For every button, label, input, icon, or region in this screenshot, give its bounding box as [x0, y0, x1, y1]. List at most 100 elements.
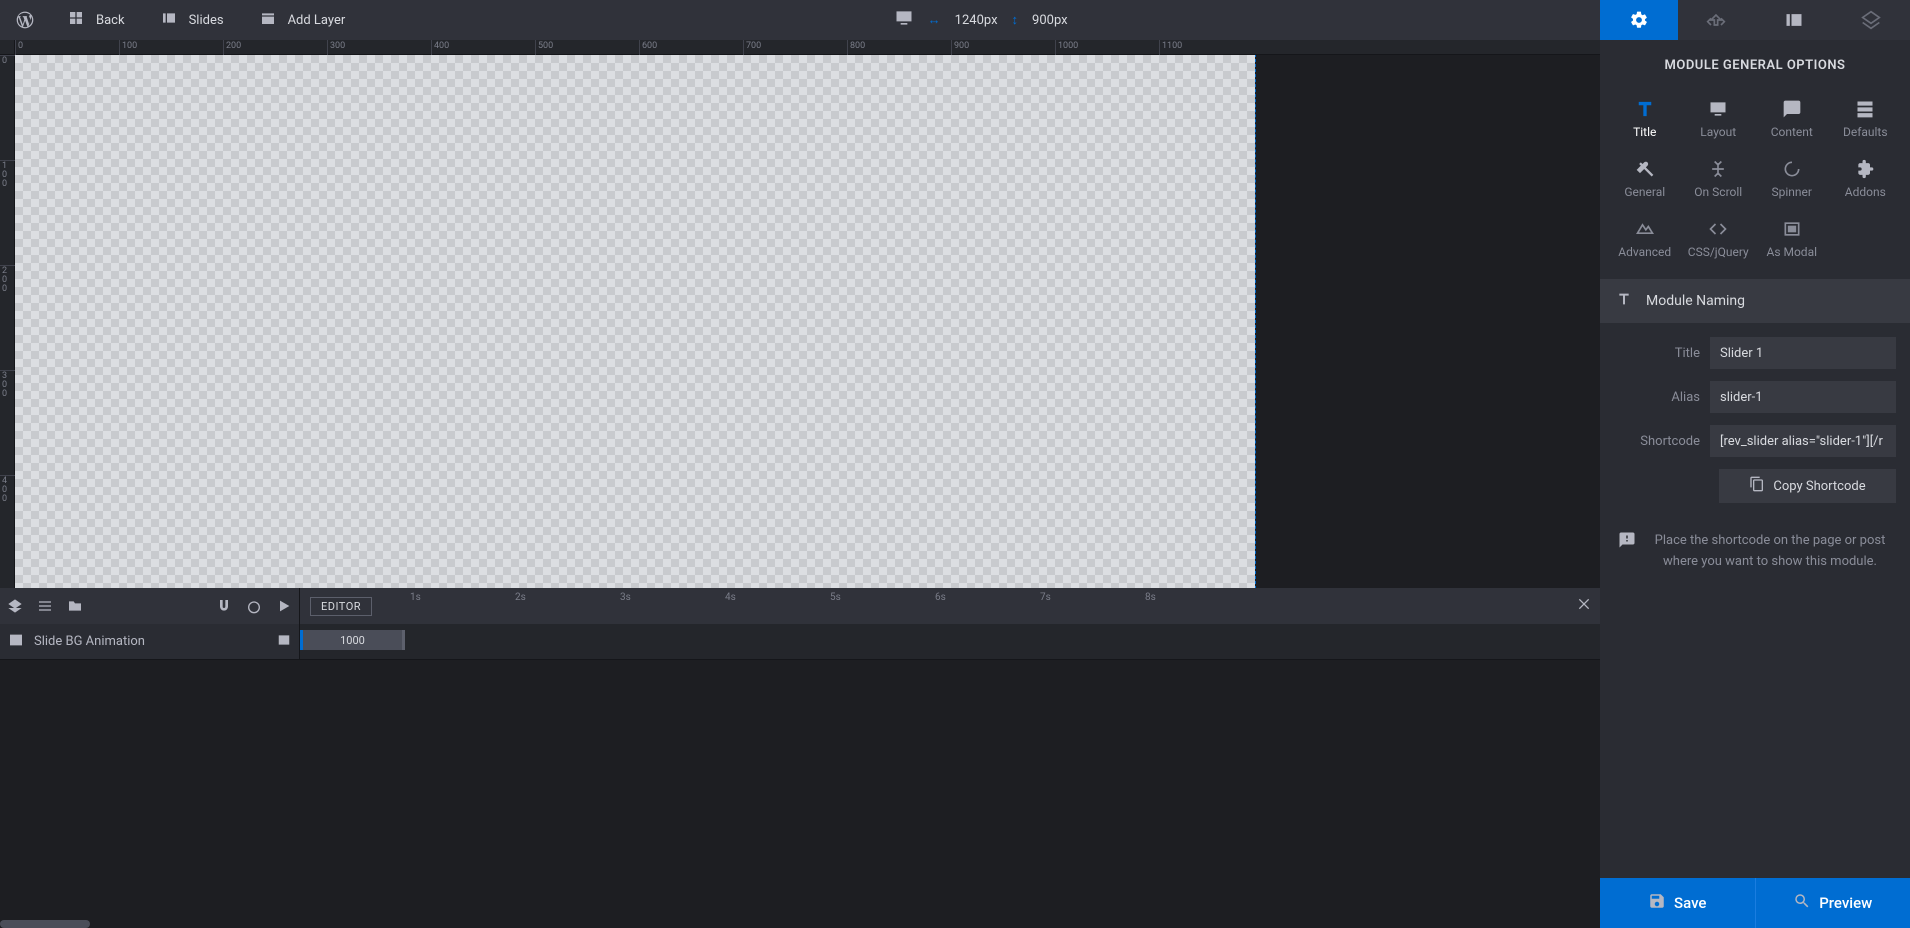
field-shortcode: Shortcode	[1614, 425, 1896, 457]
ruler-h-tick: 0	[18, 41, 23, 51]
clip-duration: 1000	[340, 634, 365, 647]
timeline-tick: 8s	[1145, 592, 1156, 603]
image-small-icon[interactable]	[277, 633, 291, 651]
option-general[interactable]: General	[1608, 151, 1682, 207]
magnet-icon[interactable]	[209, 588, 239, 624]
section-title: Module Naming	[1646, 293, 1745, 309]
ruler-h-tick: 600	[642, 41, 657, 51]
tab-slide[interactable]	[1755, 0, 1833, 40]
right-panel-tabs	[1600, 0, 1910, 40]
canvas-height[interactable]: 900px	[1032, 13, 1068, 28]
timeline-row-label: Slide BG Animation	[34, 634, 145, 649]
height-icon: ↕	[1012, 12, 1019, 28]
hint-text: Place the shortcode on the page or post …	[1648, 531, 1892, 573]
option-spinner[interactable]: Spinner	[1755, 151, 1829, 207]
timeline-row-left[interactable]: Slide BG Animation	[0, 624, 300, 659]
grid-icon	[68, 10, 84, 30]
back-button[interactable]: Back	[50, 0, 143, 40]
canvas-width[interactable]: 1240px	[955, 13, 998, 28]
alias-label: Alias	[1614, 390, 1700, 405]
ruler-h-tick: 300	[330, 41, 345, 51]
alias-input[interactable]	[1710, 381, 1896, 413]
save-icon	[1648, 892, 1666, 914]
ruler-h-tick: 700	[746, 41, 761, 51]
slides-button[interactable]: Slides	[143, 0, 242, 40]
title-label: Title	[1614, 346, 1700, 361]
tab-settings[interactable]	[1600, 0, 1678, 40]
fields-group: Title Alias Shortcode Copy Shortcode	[1600, 323, 1910, 517]
copy-icon	[1749, 476, 1765, 496]
ruler-h-tick: 400	[434, 41, 449, 51]
canvas-area: 0 100 200 300 400 500 600 700 800 900 10…	[0, 40, 1600, 928]
ruler-h-tick: 1000	[1058, 41, 1078, 51]
timeline-tick: 2s	[515, 592, 526, 603]
editor-badge[interactable]: EDITOR	[310, 597, 372, 616]
ruler-v-tick: 0	[2, 57, 11, 66]
horizontal-scrollbar[interactable]	[0, 920, 90, 928]
slides-label: Slides	[189, 13, 224, 28]
tab-navigation[interactable]	[1678, 0, 1756, 40]
ruler-v-tick: 400	[2, 477, 11, 504]
option-css-jquery[interactable]: CSS/jQuery	[1682, 211, 1756, 267]
ruler-v-tick: 300	[2, 372, 11, 399]
timeline-tick: 5s	[830, 592, 841, 603]
shortcode-input[interactable]	[1710, 425, 1896, 457]
preview-button[interactable]: Preview	[1755, 878, 1910, 928]
close-icon[interactable]	[1576, 596, 1592, 616]
add-layer-icon	[260, 10, 276, 30]
play-icon[interactable]	[269, 588, 299, 624]
list-icon[interactable]	[30, 588, 60, 624]
option-advanced[interactable]: Advanced	[1608, 211, 1682, 267]
timeline-tick: 6s	[935, 592, 946, 603]
ruler-h-tick: 900	[954, 41, 969, 51]
copy-label: Copy Shortcode	[1773, 479, 1865, 494]
option-content[interactable]: Content	[1755, 91, 1829, 147]
shortcode-label: Shortcode	[1614, 434, 1700, 449]
field-title: Title	[1614, 337, 1896, 369]
stopwatch-icon[interactable]	[239, 588, 269, 624]
info-icon	[1618, 531, 1636, 573]
section-module-naming[interactable]: Module Naming	[1600, 279, 1910, 323]
timeline-header-left	[0, 588, 300, 624]
option-title[interactable]: Title	[1608, 91, 1682, 147]
option-on-scroll[interactable]: On Scroll	[1682, 151, 1756, 207]
slides-icon	[161, 10, 177, 30]
save-label: Save	[1674, 894, 1706, 912]
ruler-v-tick: 200	[2, 267, 11, 294]
ruler-h-tick: 1100	[1162, 41, 1182, 51]
add-layer-label: Add Layer	[288, 13, 346, 28]
right-panel: MODULE GENERAL OPTIONS Title Layout Cont…	[1600, 0, 1910, 928]
timeline-tick: 7s	[1040, 592, 1051, 603]
timeline-ruler: 1s 2s 3s 4s 5s 6s 7s 8s	[410, 588, 1570, 624]
desktop-icon[interactable]	[894, 8, 914, 32]
title-input[interactable]	[1710, 337, 1896, 369]
options-grid: Title Layout Content Defaults General On…	[1600, 91, 1910, 279]
add-layer-button[interactable]: Add Layer	[242, 0, 364, 40]
ruler-corner	[0, 40, 15, 55]
tab-layer[interactable]	[1833, 0, 1910, 40]
folder-icon[interactable]	[60, 588, 90, 624]
ruler-v-tick: 100	[2, 162, 11, 189]
title-icon	[1616, 291, 1632, 311]
timeline-row-track[interactable]: 1000	[300, 624, 1600, 659]
copy-shortcode-button[interactable]: Copy Shortcode	[1719, 469, 1896, 503]
ruler-h-tick: 200	[226, 41, 241, 51]
preview-label: Preview	[1819, 894, 1872, 912]
timeline-header-right: EDITOR 1s 2s 3s 4s 5s 6s 7s 8s	[300, 588, 1600, 624]
toolbar-left: Back Slides Add Layer	[0, 0, 363, 40]
wordpress-icon[interactable]	[0, 0, 50, 40]
ruler-h-tick: 500	[538, 41, 553, 51]
timeline-body	[0, 660, 1600, 928]
option-as-modal[interactable]: As Modal	[1755, 211, 1829, 267]
layers-icon[interactable]	[0, 588, 30, 624]
width-icon: ↔	[928, 12, 941, 28]
option-defaults[interactable]: Defaults	[1829, 91, 1903, 147]
panel-title: MODULE GENERAL OPTIONS	[1600, 40, 1910, 91]
slide-canvas[interactable]	[15, 55, 1255, 588]
save-button[interactable]: Save	[1600, 878, 1755, 928]
timeline-tick: 4s	[725, 592, 736, 603]
timeline-clip[interactable]: 1000	[300, 630, 405, 650]
option-addons[interactable]: Addons	[1829, 151, 1903, 207]
stage[interactable]	[15, 55, 1600, 588]
option-layout[interactable]: Layout	[1682, 91, 1756, 147]
